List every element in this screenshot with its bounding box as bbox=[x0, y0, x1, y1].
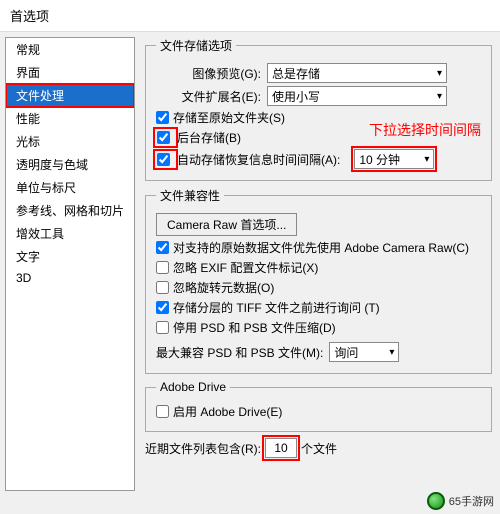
sidebar-item-file-handling[interactable]: 文件处理 bbox=[6, 84, 134, 107]
ask-tiff-label: 存储分层的 TIFF 文件之前进行询问 (T) bbox=[173, 299, 380, 316]
camera-raw-prefs-button[interactable]: Camera Raw 首选项... bbox=[156, 213, 297, 236]
watermark: 65手游网 bbox=[427, 492, 494, 510]
max-compat-value: 询问 bbox=[334, 344, 358, 361]
image-preview-value: 总是存储 bbox=[272, 65, 320, 82]
file-compat-legend: 文件兼容性 bbox=[156, 187, 224, 204]
logo-icon bbox=[427, 492, 445, 510]
ignore-rotation-checkbox[interactable] bbox=[156, 281, 169, 294]
background-save-label: 后台存储(B) bbox=[177, 129, 241, 146]
chevron-down-icon: ▾ bbox=[437, 91, 442, 102]
sidebar-item-cursors[interactable]: 光标 bbox=[6, 130, 134, 153]
chevron-down-icon: ▾ bbox=[424, 154, 429, 165]
prefer-raw-label: 对支持的原始数据文件优先使用 Adobe Camera Raw(C) bbox=[173, 239, 469, 256]
file-extension-value: 使用小写 bbox=[272, 88, 320, 105]
sidebar-item-3d[interactable]: 3D bbox=[6, 268, 134, 288]
enable-drive-label: 启用 Adobe Drive(E) bbox=[173, 403, 282, 420]
ask-tiff-checkbox[interactable] bbox=[156, 301, 169, 314]
background-save-checkbox[interactable] bbox=[157, 131, 170, 144]
sidebar: 常规 界面 文件处理 性能 光标 透明度与色域 单位与标尺 参考线、网格和切片 … bbox=[5, 37, 135, 491]
file-extension-label: 文件扩展名(E): bbox=[176, 88, 261, 105]
file-extension-select[interactable]: 使用小写 ▾ bbox=[267, 86, 447, 106]
content-panel: 文件存储选项 下拉选择时间间隔 图像预览(G): 总是存储 ▾ 文件扩展名(E)… bbox=[135, 32, 500, 496]
recent-files-suffix: 个文件 bbox=[301, 440, 337, 457]
disable-psd-checkbox[interactable] bbox=[156, 321, 169, 334]
auto-save-checkbox[interactable] bbox=[157, 153, 170, 166]
chevron-down-icon: ▾ bbox=[389, 347, 394, 358]
max-compat-select[interactable]: 询问 ▾ bbox=[329, 342, 399, 362]
window-title: 首选项 bbox=[0, 0, 500, 32]
prefer-raw-checkbox[interactable] bbox=[156, 241, 169, 254]
chevron-down-icon: ▾ bbox=[437, 68, 442, 79]
adobe-drive-section: Adobe Drive 启用 Adobe Drive(E) bbox=[145, 380, 492, 432]
save-original-label: 存储至原始文件夹(S) bbox=[173, 109, 285, 126]
sidebar-item-transparency[interactable]: 透明度与色域 bbox=[6, 153, 134, 176]
enable-drive-checkbox[interactable] bbox=[156, 405, 169, 418]
disable-psd-label: 停用 PSD 和 PSB 文件压缩(D) bbox=[173, 319, 336, 336]
main-container: 常规 界面 文件处理 性能 光标 透明度与色域 单位与标尺 参考线、网格和切片 … bbox=[0, 32, 500, 496]
watermark-text: 65手游网 bbox=[449, 493, 494, 509]
file-compat-section: 文件兼容性 Camera Raw 首选项... 对支持的原始数据文件优先使用 A… bbox=[145, 187, 492, 374]
sidebar-item-units[interactable]: 单位与标尺 bbox=[6, 176, 134, 199]
image-preview-label: 图像预览(G): bbox=[176, 65, 261, 82]
max-compat-label: 最大兼容 PSD 和 PSB 文件(M): bbox=[156, 344, 323, 361]
file-storage-legend: 文件存储选项 bbox=[156, 37, 236, 54]
sidebar-item-performance[interactable]: 性能 bbox=[6, 107, 134, 130]
recent-files-input[interactable] bbox=[265, 438, 297, 458]
auto-save-label: 自动存储恢复信息时间间隔(A): bbox=[177, 151, 340, 168]
ignore-rotation-label: 忽略旋转元数据(O) bbox=[173, 279, 274, 296]
sidebar-item-general[interactable]: 常规 bbox=[6, 38, 134, 61]
adobe-drive-legend: Adobe Drive bbox=[156, 380, 230, 394]
sidebar-item-guides[interactable]: 参考线、网格和切片 bbox=[6, 199, 134, 222]
save-original-checkbox[interactable] bbox=[156, 111, 169, 124]
auto-save-value: 10 分钟 bbox=[359, 151, 400, 168]
auto-save-interval-select[interactable]: 10 分钟 ▾ bbox=[354, 149, 434, 169]
file-storage-section: 文件存储选项 下拉选择时间间隔 图像预览(G): 总是存储 ▾ 文件扩展名(E)… bbox=[145, 37, 492, 181]
recent-files-prefix: 近期文件列表包含(R): bbox=[145, 440, 261, 457]
sidebar-item-plugins[interactable]: 增效工具 bbox=[6, 222, 134, 245]
ignore-exif-label: 忽略 EXIF 配置文件标记(X) bbox=[173, 259, 318, 276]
image-preview-select[interactable]: 总是存储 ▾ bbox=[267, 63, 447, 83]
sidebar-item-type[interactable]: 文字 bbox=[6, 245, 134, 268]
ignore-exif-checkbox[interactable] bbox=[156, 261, 169, 274]
sidebar-item-interface[interactable]: 界面 bbox=[6, 61, 134, 84]
